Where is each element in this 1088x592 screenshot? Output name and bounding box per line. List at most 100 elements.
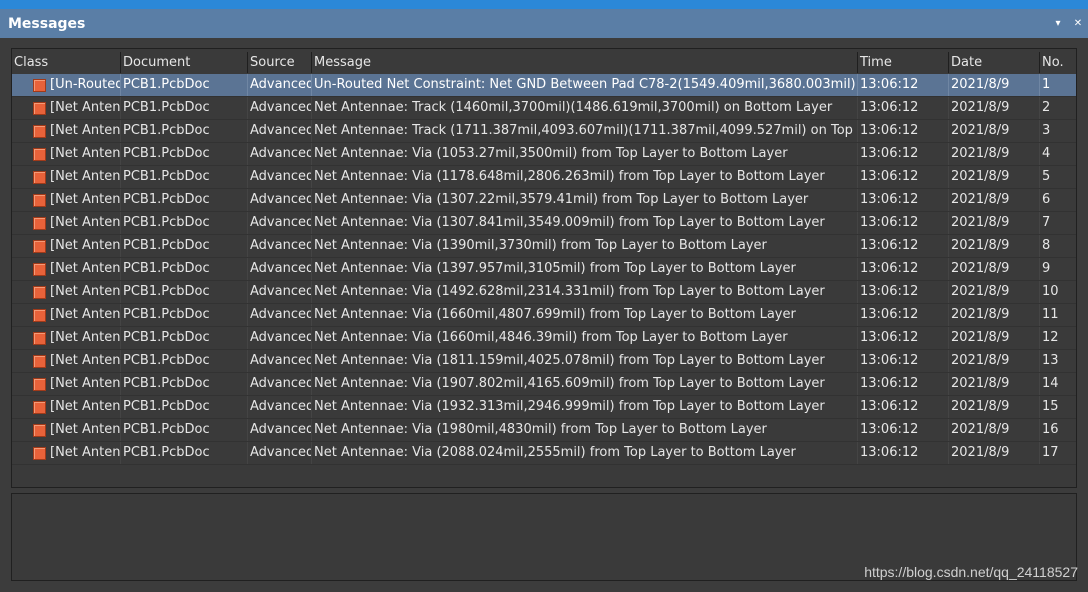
time-cell: 13:06:12 bbox=[858, 74, 949, 96]
time-cell: 13:06:12 bbox=[858, 189, 949, 211]
column-header-message[interactable]: Message bbox=[312, 52, 858, 73]
table-row[interactable]: [Net Antennae]PCB1.PcbDocAdvanced PCBNet… bbox=[12, 419, 1076, 442]
class-cell: [Net Antennae] bbox=[12, 442, 121, 464]
message-cell: Net Antennae: Via (1307.22mil,3579.41mil… bbox=[312, 189, 858, 211]
class-label: [Net Antennae] bbox=[50, 100, 120, 115]
table-row[interactable]: [Net Antennae]PCB1.PcbDocAdvanced PCBNet… bbox=[12, 396, 1076, 419]
error-icon bbox=[33, 101, 46, 115]
date-cell: 2021/8/9 bbox=[949, 373, 1040, 395]
time-cell: 13:06:12 bbox=[858, 304, 949, 326]
source-cell: Advanced PCB bbox=[248, 97, 312, 119]
date-cell: 2021/8/9 bbox=[949, 327, 1040, 349]
class-cell: [Net Antennae] bbox=[12, 419, 121, 441]
message-cell: Net Antennae: Track (1460mil,3700mil)(14… bbox=[312, 97, 858, 119]
message-cell: Net Antennae: Via (1811.159mil,4025.078m… bbox=[312, 350, 858, 372]
table-row[interactable]: [Net Antennae]PCB1.PcbDocAdvanced PCBNet… bbox=[12, 373, 1076, 396]
time-cell: 13:06:12 bbox=[858, 442, 949, 464]
table-row[interactable]: [Net Antennae]PCB1.PcbDocAdvanced PCBNet… bbox=[12, 143, 1076, 166]
class-label: [Net Antennae] bbox=[50, 192, 120, 207]
source-cell: Advanced PCB bbox=[248, 212, 312, 234]
class-cell: [Net Antennae] bbox=[12, 258, 121, 280]
table-row[interactable]: [Un-Routed Net Constraint]PCB1.PcbDocAdv… bbox=[12, 74, 1076, 97]
number-cell: 8 bbox=[1042, 238, 1051, 253]
class-label: [Net Antennae] bbox=[50, 284, 120, 299]
column-header-no[interactable]: No. bbox=[1040, 52, 1076, 73]
column-header-date[interactable]: Date bbox=[949, 52, 1040, 73]
document-cell: PCB1.PcbDoc bbox=[121, 143, 248, 165]
error-icon bbox=[33, 262, 46, 276]
document-cell: PCB1.PcbDoc bbox=[121, 396, 248, 418]
number-cell: 15 bbox=[1042, 399, 1059, 414]
error-icon bbox=[33, 193, 46, 207]
panel-menu-icon[interactable]: ▾ bbox=[1048, 14, 1068, 34]
table-row[interactable]: [Net Antennae]PCB1.PcbDocAdvanced PCBNet… bbox=[12, 189, 1076, 212]
date-cell: 2021/8/9 bbox=[949, 396, 1040, 418]
close-icon[interactable]: ✕ bbox=[1068, 14, 1088, 34]
source-cell: Advanced PCB bbox=[248, 143, 312, 165]
table-row[interactable]: [Net Antennae]PCB1.PcbDocAdvanced PCBNet… bbox=[12, 212, 1076, 235]
class-cell: [Net Antennae] bbox=[12, 166, 121, 188]
class-label: [Net Antennae] bbox=[50, 261, 120, 276]
message-rows: [Un-Routed Net Constraint]PCB1.PcbDocAdv… bbox=[12, 74, 1076, 465]
number-cell: 13 bbox=[1042, 353, 1059, 368]
messages-grid[interactable]: Class Document Source Message Time Date … bbox=[11, 48, 1077, 488]
class-cell: [Net Antennae] bbox=[12, 120, 121, 142]
table-row[interactable]: [Net Antennae]PCB1.PcbDocAdvanced PCBNet… bbox=[12, 120, 1076, 143]
column-header-time[interactable]: Time bbox=[858, 52, 949, 73]
table-row[interactable]: [Net Antennae]PCB1.PcbDocAdvanced PCBNet… bbox=[12, 166, 1076, 189]
date-cell: 2021/8/9 bbox=[949, 304, 1040, 326]
table-row[interactable]: [Net Antennae]PCB1.PcbDocAdvanced PCBNet… bbox=[12, 442, 1076, 465]
message-cell: Net Antennae: Via (1307.841mil,3549.009m… bbox=[312, 212, 858, 234]
class-cell: [Net Antennae] bbox=[12, 327, 121, 349]
time-cell: 13:06:12 bbox=[858, 258, 949, 280]
document-cell: PCB1.PcbDoc bbox=[121, 212, 248, 234]
error-icon bbox=[33, 170, 46, 184]
table-row[interactable]: [Net Antennae]PCB1.PcbDocAdvanced PCBNet… bbox=[12, 304, 1076, 327]
class-cell: [Net Antennae] bbox=[12, 304, 121, 326]
column-header-class[interactable]: Class bbox=[12, 52, 121, 73]
error-icon bbox=[33, 78, 46, 92]
column-header-document[interactable]: Document bbox=[121, 52, 248, 73]
error-icon bbox=[33, 239, 46, 253]
message-cell: Net Antennae: Via (1980mil,4830mil) from… bbox=[312, 419, 858, 441]
table-row[interactable]: [Net Antennae]PCB1.PcbDocAdvanced PCBNet… bbox=[12, 97, 1076, 120]
table-row[interactable]: [Net Antennae]PCB1.PcbDocAdvanced PCBNet… bbox=[12, 350, 1076, 373]
class-cell: [Net Antennae] bbox=[12, 143, 121, 165]
message-cell: Net Antennae: Via (1660mil,4846.39mil) f… bbox=[312, 327, 858, 349]
number-cell: 10 bbox=[1042, 284, 1059, 299]
class-cell: [Un-Routed Net Constraint] bbox=[12, 74, 121, 96]
message-cell: Net Antennae: Via (1397.957mil,3105mil) … bbox=[312, 258, 858, 280]
class-label: [Net Antennae] bbox=[50, 445, 120, 460]
table-row[interactable]: [Net Antennae]PCB1.PcbDocAdvanced PCBNet… bbox=[12, 327, 1076, 350]
panel-titlebar[interactable]: Messages ▾ ✕ bbox=[0, 9, 1088, 38]
source-cell: Advanced PCB bbox=[248, 350, 312, 372]
document-cell: PCB1.PcbDoc bbox=[121, 281, 248, 303]
time-cell: 13:06:12 bbox=[858, 143, 949, 165]
date-cell: 2021/8/9 bbox=[949, 189, 1040, 211]
message-cell: Net Antennae: Via (1492.628mil,2314.331m… bbox=[312, 281, 858, 303]
number-cell: 3 bbox=[1042, 123, 1051, 138]
number-cell: 1 bbox=[1042, 77, 1051, 92]
class-label: [Net Antennae] bbox=[50, 169, 120, 184]
class-label: [Net Antennae] bbox=[50, 146, 120, 161]
class-label: [Net Antennae] bbox=[50, 399, 120, 414]
table-row[interactable]: [Net Antennae]PCB1.PcbDocAdvanced PCBNet… bbox=[12, 235, 1076, 258]
table-row[interactable]: [Net Antennae]PCB1.PcbDocAdvanced PCBNet… bbox=[12, 281, 1076, 304]
source-cell: Advanced PCB bbox=[248, 258, 312, 280]
class-cell: [Net Antennae] bbox=[12, 373, 121, 395]
panel-title: Messages bbox=[8, 15, 86, 32]
time-cell: 13:06:12 bbox=[858, 373, 949, 395]
document-cell: PCB1.PcbDoc bbox=[121, 120, 248, 142]
error-icon bbox=[33, 216, 46, 230]
document-cell: PCB1.PcbDoc bbox=[121, 304, 248, 326]
source-cell: Advanced PCB bbox=[248, 419, 312, 441]
error-icon bbox=[33, 147, 46, 161]
time-cell: 13:06:12 bbox=[858, 350, 949, 372]
message-cell: Net Antennae: Via (1053.27mil,3500mil) f… bbox=[312, 143, 858, 165]
number-cell: 12 bbox=[1042, 330, 1059, 345]
table-row[interactable]: [Net Antennae]PCB1.PcbDocAdvanced PCBNet… bbox=[12, 258, 1076, 281]
date-cell: 2021/8/9 bbox=[949, 97, 1040, 119]
document-cell: PCB1.PcbDoc bbox=[121, 327, 248, 349]
column-header-source[interactable]: Source bbox=[248, 52, 312, 73]
class-label: [Net Antennae] bbox=[50, 330, 120, 345]
